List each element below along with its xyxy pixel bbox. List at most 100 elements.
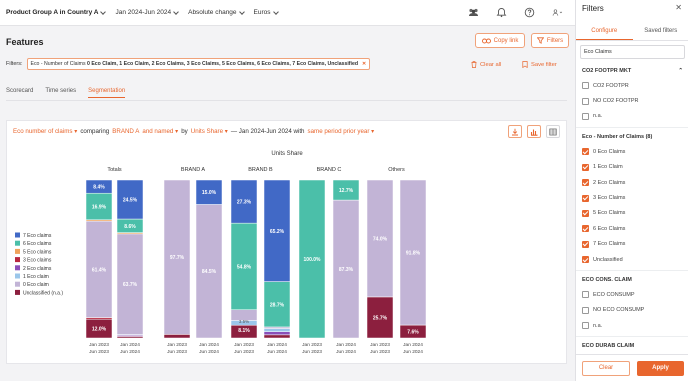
checkbox[interactable] — [582, 82, 589, 90]
bar-chart-icon[interactable] — [527, 125, 541, 138]
bar-value-label: 61.4% — [92, 267, 107, 273]
legend-swatch — [15, 257, 20, 263]
x-tick-label: Jan 2024 — [336, 342, 356, 348]
bar-value-label: 24.5% — [123, 198, 138, 204]
table-icon[interactable] — [546, 125, 560, 138]
checkbox[interactable] — [582, 148, 589, 156]
filter-option[interactable]: 6 Eco Claims — [576, 221, 688, 236]
bar-value-label: 3.5% — [239, 319, 249, 324]
filter-group-title[interactable]: ECO CONS. CLAIM — [576, 273, 688, 287]
filter-option[interactable]: n.a. — [576, 318, 688, 333]
checkbox[interactable] — [582, 256, 589, 264]
close-icon[interactable]: ✕ — [675, 3, 682, 12]
bar-value-label: 84.5% — [202, 269, 217, 275]
checkbox[interactable] — [582, 179, 589, 187]
page-title: Features — [6, 37, 44, 47]
filter-option[interactable]: CO2 FOOTPR — [576, 78, 688, 93]
x-tick-label: Jan 2023 — [370, 342, 390, 348]
checkbox[interactable] — [582, 194, 589, 202]
bar-value-label: 100.0% — [304, 257, 322, 263]
filter-option[interactable]: NO CO2 FOOTPR — [576, 93, 688, 108]
filter-search-input[interactable]: Eco Claims — [580, 45, 685, 59]
download-icon[interactable] — [508, 125, 522, 138]
comparison-selector[interactable]: same period prior year ▾ — [308, 128, 375, 135]
filter-option[interactable]: 3 Eco Claims — [576, 190, 688, 205]
filter-group-title[interactable]: Eco - Number of Claims (8) — [576, 130, 688, 144]
tab-segmentation[interactable]: Segmentation — [88, 85, 126, 98]
dimension-selector[interactable]: Eco number of claims ▾ — [13, 128, 77, 135]
funnel-icon — [536, 37, 544, 44]
x-tick-label: Jun 2023 — [234, 349, 254, 355]
brand-selector[interactable]: BRAND A — [112, 128, 139, 135]
filter-group-label: Eco - Number of Claims (8) — [582, 134, 653, 141]
units-share-chart: Units Share 7 Eco claims 6 Eco claims 5 Eco… — [15, 151, 427, 355]
tab-scorecard[interactable]: Scorecard — [6, 85, 33, 98]
filter-chip[interactable]: Eco - Number of Claims 0 Eco Claim, 1 Ec… — [26, 58, 371, 70]
legend-label: 1 Eco claim — [23, 274, 49, 280]
team-icon[interactable] — [468, 7, 479, 18]
chevron-up-icon[interactable]: ⌃ — [678, 68, 683, 74]
group-label: BRAND C — [317, 167, 342, 173]
filter-option[interactable]: 1 Eco Claim — [576, 160, 688, 175]
and-named-selector[interactable]: and named ▾ — [142, 128, 178, 135]
filter-option[interactable]: 7 Eco Claims — [576, 237, 688, 252]
clear-button[interactable]: Clear — [582, 361, 630, 376]
measure-selector[interactable]: Absolute change — [188, 8, 245, 16]
period-selector[interactable]: Jan 2024-Jun 2024 — [115, 8, 179, 16]
filter-option-label: 0 Eco Claims — [593, 148, 626, 155]
filter-group-title[interactable]: CO2 FOOTPR MKT ⌃ — [576, 64, 688, 78]
chevron-down-icon — [238, 8, 245, 15]
checkbox[interactable] — [582, 322, 589, 330]
help-icon[interactable] — [524, 7, 535, 18]
bell-icon[interactable] — [496, 7, 507, 18]
bar-segment — [163, 334, 191, 339]
apply-button[interactable]: Apply — [637, 361, 684, 376]
filter-option[interactable]: NO ECO CONSUMP — [576, 303, 688, 318]
chevron-down-icon — [100, 8, 107, 15]
save-filter-button[interactable]: Save filter — [522, 61, 557, 68]
x-tick-label: Jan 2024 — [120, 342, 140, 348]
metric-selector[interactable]: Units Share ▾ — [191, 128, 228, 135]
checkbox[interactable] — [582, 225, 589, 233]
legend-swatch — [15, 289, 20, 295]
currency-selector[interactable]: Euros — [253, 8, 279, 16]
clear-all-button[interactable]: Clear all — [471, 61, 501, 68]
user-menu-icon[interactable] — [552, 7, 563, 18]
x-tick-label: Jun 2024 — [336, 349, 356, 355]
filter-option[interactable]: ECO CONSUMP — [576, 287, 688, 302]
filter-option[interactable]: Unclassified — [576, 252, 688, 267]
checkbox[interactable] — [582, 112, 589, 120]
filter-group-title[interactable]: ECO DURAB CLAIM — [576, 339, 688, 353]
x-tick-label: Jan 2023 — [302, 342, 322, 348]
checkbox[interactable] — [582, 97, 589, 105]
filter-option-label: NO ECO CONSUMP — [593, 307, 645, 314]
filter-option[interactable]: n.a. — [576, 109, 688, 124]
x-tick-label: Jan 2024 — [403, 342, 423, 348]
checkbox[interactable] — [582, 291, 589, 299]
product-selector-label: Product Group A in Country A — [6, 9, 99, 16]
bar-value-label: 28.7% — [270, 302, 285, 308]
product-selector[interactable]: Product Group A in Country A — [6, 8, 107, 16]
filter-group-label: CO2 FOOTPR MKT — [582, 68, 632, 74]
checkbox[interactable] — [582, 163, 589, 171]
tab-time-series[interactable]: Time series — [45, 85, 76, 98]
tab-configure[interactable]: Configure — [576, 23, 633, 40]
checkbox[interactable] — [582, 306, 589, 314]
filter-option[interactable]: 0 Eco Claims — [576, 144, 688, 159]
bar-value-label: 8.4% — [93, 185, 105, 191]
close-icon[interactable]: ✕ — [362, 61, 366, 67]
checkbox[interactable] — [582, 209, 589, 217]
copy-link-button[interactable]: Copy link — [475, 33, 525, 48]
filter-chip-text: Eco - Number of Claims 0 Eco Claim, 1 Ec… — [31, 61, 359, 67]
tab-saved-filters[interactable]: Saved filters — [633, 23, 688, 40]
filter-option[interactable]: 5 Eco Claims — [576, 206, 688, 221]
chevron-down-icon — [173, 8, 179, 15]
tabs-divider — [6, 100, 567, 101]
filter-option-label: Unclassified — [593, 256, 623, 263]
checkbox[interactable] — [582, 240, 589, 248]
x-tick-label: Jun 2023 — [167, 349, 187, 355]
filter-option[interactable]: 2 Eco Claims — [576, 175, 688, 190]
filters-button[interactable]: Filters — [531, 33, 569, 48]
panel-tabs: Configure Saved filters — [576, 23, 688, 41]
currency-selector-label: Euros — [253, 9, 271, 16]
